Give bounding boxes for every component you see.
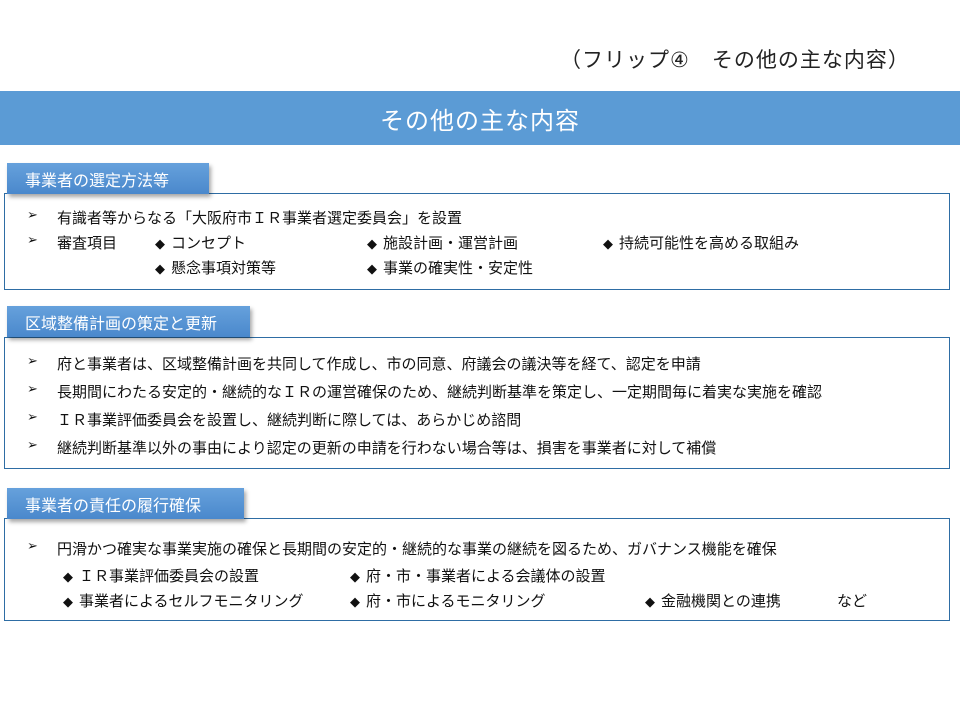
etc-suffix: など (837, 592, 868, 610)
arrow-bullet-icon: ➢ (27, 382, 38, 397)
section-box-responsibility: ➢ 円滑かつ確実な事業実施の確保と長期間の安定的・継続的な事業の継続を図るため、… (4, 518, 950, 621)
bullet-text: 審査項目 (57, 234, 118, 252)
review-item: ◆ 持続可能性を高める取組み (603, 234, 800, 252)
diamond-bullet-icon: ◆ (155, 262, 165, 277)
page-title: その他の主な内容 (380, 106, 580, 135)
bullet-text: 長期間にわたる安定的・継続的なＩＲの運営確保のため、継続判断基準を策定し、一定期… (57, 383, 823, 401)
diamond-bullet-icon: ◆ (350, 595, 360, 610)
section-box-operator-selection: ➢ 有識者等からなる「大阪府市ＩＲ事業者選定委員会」を設置 ➢ 審査項目 ◆ コン… (4, 193, 950, 290)
bullet-text: 継続判断基準以外の事由により認定の更新の申請を行わない場合等は、損害を事業者に対… (57, 439, 717, 457)
arrow-bullet-icon: ➢ (27, 208, 38, 223)
review-item: ◆ コンセプト (155, 234, 247, 252)
arrow-bullet-icon: ➢ (27, 410, 38, 425)
flip-caption: （フリップ④ その他の主な内容） (560, 48, 910, 72)
diamond-bullet-icon: ◆ (367, 237, 377, 252)
diamond-bullet-icon: ◆ (367, 262, 377, 277)
bullet-text: ＩＲ事業評価委員会を設置し、継続判断に際しては、あらかじめ諮問 (57, 411, 522, 429)
diamond-bullet-icon: ◆ (63, 595, 73, 610)
section-label-responsibility: 事業者の責任の履行確保 (7, 488, 244, 519)
governance-item: ◆ 府・市によるモニタリング (350, 592, 546, 610)
diamond-bullet-icon: ◆ (645, 595, 655, 610)
arrow-bullet-icon: ➢ (27, 438, 38, 453)
diamond-bullet-icon: ◆ (603, 237, 613, 252)
page-banner: その他の主な内容 (0, 91, 960, 145)
bullet-text: 府と事業者は、区域整備計画を共同して作成し、市の同意、府議会の議決等を経て、認定… (57, 355, 701, 373)
section-box-area-plan: ➢ 府と事業者は、区域整備計画を共同して作成し、市の同意、府議会の議決等を経て、… (4, 337, 950, 469)
review-item: ◆ 施設計画・運営計画 (367, 234, 519, 252)
arrow-bullet-icon: ➢ (27, 354, 38, 369)
arrow-bullet-icon: ➢ (27, 539, 38, 554)
governance-item: ◆ 金融機関との連携 (645, 592, 781, 610)
diamond-bullet-icon: ◆ (63, 570, 73, 585)
diamond-bullet-icon: ◆ (155, 237, 165, 252)
review-item: ◆ 事業の確実性・安定性 (367, 259, 534, 277)
review-item: ◆ 懸念事項対策等 (155, 259, 277, 277)
arrow-bullet-icon: ➢ (27, 233, 38, 248)
bullet-text: 円滑かつ確実な事業実施の確保と長期間の安定的・継続的な事業の継続を図るため、ガバ… (57, 540, 777, 558)
governance-item: ◆ 事業者によるセルフモニタリング (63, 592, 304, 610)
governance-item: ◆ ＩＲ事業評価委員会の設置 (63, 567, 260, 585)
section-label-operator-selection: 事業者の選定方法等 (7, 163, 209, 194)
governance-item: ◆ 府・市・事業者による会議体の設置 (350, 567, 606, 585)
diamond-bullet-icon: ◆ (350, 570, 360, 585)
section-label-area-plan: 区域整備計画の策定と更新 (7, 306, 250, 337)
bullet-text: 有識者等からなる「大阪府市ＩＲ事業者選定委員会」を設置 (57, 209, 463, 227)
